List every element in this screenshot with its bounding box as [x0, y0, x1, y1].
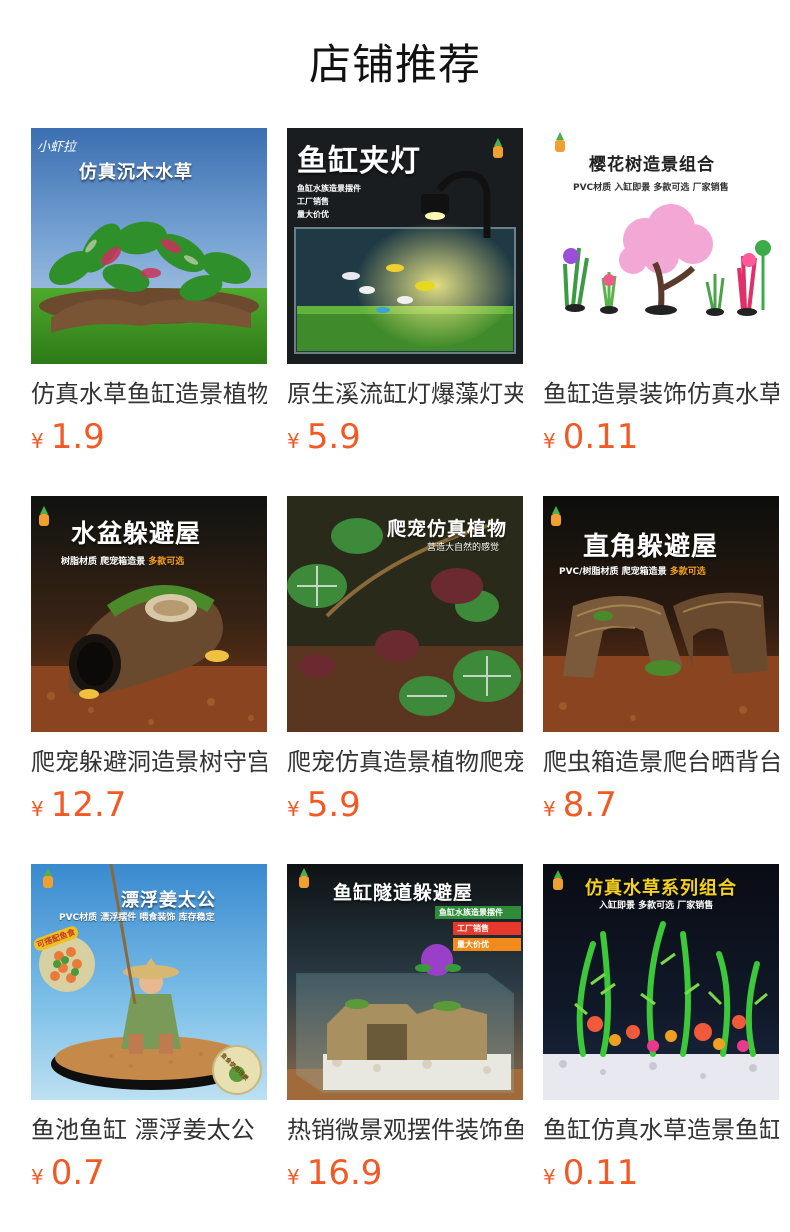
- product-card[interactable]: 樱花树造景组合 PVC材质 入缸即景 多款可选 厂家销售 鱼缸造景装饰仿真水草 …: [543, 128, 779, 468]
- brand-mark: 小虾拉: [37, 140, 77, 155]
- product-image[interactable]: 爬宠仿真植物 营造大自然的感觉: [287, 496, 523, 732]
- product-price: ¥0.7: [31, 1155, 267, 1191]
- product-image[interactable]: 鱼缸夹灯 鱼缸水族造景摆件 工厂销售 量大价优: [287, 128, 523, 364]
- product-price: ¥8.7: [543, 787, 779, 823]
- image-overlay-title: 爬宠仿真植物: [387, 518, 508, 540]
- image-tag: 鱼缸水族造景摆件: [435, 906, 521, 919]
- image-overlay-title: 漂浮姜太公: [121, 890, 216, 911]
- subtitle-text: 树脂材质 爬宠箱造景: [61, 557, 146, 567]
- product-name[interactable]: 爬虫箱造景爬台晒背台: [543, 747, 779, 777]
- currency-symbol: ¥: [543, 429, 556, 453]
- product-price: ¥0.11: [543, 419, 779, 455]
- image-overlay-title: 仿真沉木水草: [79, 162, 193, 183]
- currency-symbol: ¥: [287, 429, 300, 453]
- image-overlay-title: 仿真水草系列组合: [585, 878, 737, 899]
- product-card[interactable]: 爬宠仿真植物 营造大自然的感觉 爬宠仿真造景植物爬宠 ¥5.9: [287, 496, 523, 836]
- price-value: 5.9: [306, 417, 361, 457]
- product-card[interactable]: 鱼缸夹灯 鱼缸水族造景摆件 工厂销售 量大价优 原生溪流缸灯爆藻灯夹 ¥5.9: [287, 128, 523, 468]
- image-overlay-subtitle: PVC材质 入缸即景 多款可选 厂家销售: [573, 183, 729, 193]
- product-image[interactable]: 小虾拉 仿真沉木水草: [31, 128, 267, 364]
- image-overlay-subtitle: 入缸即景 多款可选 厂家销售: [599, 901, 714, 911]
- image-overlay-title: 水盆躲避屋: [71, 519, 202, 548]
- product-card[interactable]: 小虾拉 仿真沉木水草 仿真水草鱼缸造景植物 ¥1.9: [31, 128, 267, 468]
- image-overlay-subtitle: PVC/树脂材质 爬宠箱造景 多款可选: [559, 566, 779, 578]
- image-overlay-title: 鱼缸隧道躲避屋: [333, 882, 474, 904]
- product-name[interactable]: 鱼缸仿真水草造景鱼缸: [543, 1115, 779, 1145]
- price-value: 8.7: [562, 785, 617, 825]
- product-card[interactable]: 仿真水草系列组合 入缸即景 多款可选 厂家销售 鱼缸仿真水草造景鱼缸 ¥0.11: [543, 864, 779, 1204]
- image-overlay-title: 鱼缸夹灯: [297, 144, 421, 179]
- price-value: 0.11: [562, 1153, 639, 1193]
- product-name[interactable]: 鱼池鱼缸 漂浮姜太公: [31, 1115, 267, 1145]
- product-price: ¥5.9: [287, 419, 523, 455]
- price-value: 12.7: [50, 785, 127, 825]
- image-tag-list: 鱼缸水族造景摆件 工厂销售 量大价优: [435, 906, 521, 951]
- subtitle-text: PVC/树脂材质 爬宠箱造景: [559, 567, 667, 577]
- image-overlay-subtitle: PVC材质 漂浮摆件 喂食装饰 库存稳定: [59, 913, 215, 923]
- product-price: ¥16.9: [287, 1155, 523, 1191]
- product-image[interactable]: 漂浮姜太公 PVC材质 漂浮摆件 喂食装饰 库存稳定 可搭配鱼食 鱼食使用场景: [31, 864, 267, 1100]
- price-value: 1.9: [50, 417, 105, 457]
- price-value: 5.9: [306, 785, 361, 825]
- product-name[interactable]: 仿真水草鱼缸造景植物: [31, 379, 267, 409]
- product-price: ¥5.9: [287, 787, 523, 823]
- price-value: 0.7: [50, 1153, 105, 1193]
- price-value: 0.11: [562, 417, 639, 457]
- image-overlay-title: 直角躲避屋: [583, 532, 719, 562]
- product-card[interactable]: 鱼缸隧道躲避屋 鱼缸水族造景摆件 工厂销售 量大价优 热销微景观摆件装饰鱼 ¥1…: [287, 864, 523, 1204]
- product-price: ¥1.9: [31, 419, 267, 455]
- product-name[interactable]: 原生溪流缸灯爆藻灯夹: [287, 379, 523, 409]
- product-card[interactable]: 水盆躲避屋 树脂材质 爬宠箱造景 多款可选 爬宠躲避洞造景树守宫 ¥12.7: [31, 496, 267, 836]
- image-overlay-title: 樱花树造景组合: [589, 155, 715, 175]
- product-grid: 小虾拉 仿真沉木水草 仿真水草鱼缸造景植物 ¥1.9 鱼缸夹灯 鱼缸水族造景摆件…: [31, 128, 790, 1228]
- price-value: 16.9: [306, 1153, 383, 1193]
- product-name[interactable]: 鱼缸造景装饰仿真水草: [543, 379, 779, 409]
- product-image[interactable]: 水盆躲避屋 树脂材质 爬宠箱造景 多款可选: [31, 496, 267, 732]
- product-name[interactable]: 爬宠躲避洞造景树守宫: [31, 747, 267, 777]
- currency-symbol: ¥: [543, 797, 556, 821]
- product-card[interactable]: 漂浮姜太公 PVC材质 漂浮摆件 喂食装饰 库存稳定 可搭配鱼食 鱼食使用场景 …: [31, 864, 267, 1204]
- image-tag: 量大价优: [453, 938, 521, 951]
- product-price: ¥12.7: [31, 787, 267, 823]
- currency-symbol: ¥: [287, 797, 300, 821]
- image-overlay-subtitle: 树脂材质 爬宠箱造景 多款可选: [61, 556, 267, 568]
- product-price: ¥0.11: [543, 1155, 779, 1191]
- product-image[interactable]: 鱼缸隧道躲避屋 鱼缸水族造景摆件 工厂销售 量大价优: [287, 864, 523, 1100]
- product-image[interactable]: 樱花树造景组合 PVC材质 入缸即景 多款可选 厂家销售: [543, 128, 779, 364]
- currency-symbol: ¥: [287, 1165, 300, 1189]
- product-name[interactable]: 爬宠仿真造景植物爬宠: [287, 747, 523, 777]
- image-overlay-lines: 鱼缸水族造景摆件 工厂销售 量大价优: [297, 184, 361, 219]
- page-title: 店铺推荐: [308, 40, 481, 89]
- subtitle-accent: 多款可选: [148, 557, 185, 567]
- product-image[interactable]: 直角躲避屋 PVC/树脂材质 爬宠箱造景 多款可选: [543, 496, 779, 732]
- product-name[interactable]: 热销微景观摆件装饰鱼: [287, 1115, 523, 1145]
- product-card[interactable]: 直角躲避屋 PVC/树脂材质 爬宠箱造景 多款可选 爬虫箱造景爬台晒背台 ¥8.…: [543, 496, 779, 836]
- product-image[interactable]: 仿真水草系列组合 入缸即景 多款可选 厂家销售: [543, 864, 779, 1100]
- image-overlay-subtitle: 营造大自然的感觉: [427, 543, 500, 553]
- currency-symbol: ¥: [543, 1165, 556, 1189]
- currency-symbol: ¥: [31, 797, 44, 821]
- currency-symbol: ¥: [31, 1165, 44, 1189]
- subtitle-accent: 多款可选: [669, 567, 706, 577]
- image-tag: 工厂销售: [453, 922, 521, 935]
- currency-symbol: ¥: [31, 429, 44, 453]
